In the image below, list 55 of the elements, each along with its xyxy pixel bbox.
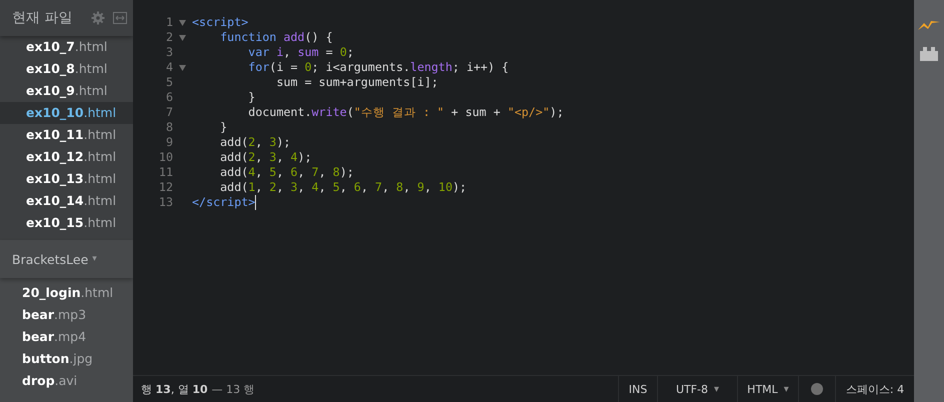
- linter-status-icon[interactable]: [811, 383, 823, 395]
- file-item[interactable]: bear.mp3: [0, 304, 133, 326]
- settings-icon[interactable]: [91, 11, 105, 25]
- file-item[interactable]: ex10_10.html: [0, 102, 133, 124]
- file-item[interactable]: 20_login.html: [0, 282, 133, 304]
- insert-mode-toggle[interactable]: INS: [618, 376, 657, 402]
- file-item[interactable]: button.jpg: [0, 348, 133, 370]
- file-item[interactable]: ex10_14.html: [0, 190, 133, 212]
- extension-brick-icon[interactable]: [920, 47, 938, 61]
- file-item[interactable]: ex10_9.html: [0, 80, 133, 102]
- language-dropdown[interactable]: HTML ▾: [737, 376, 798, 402]
- file-item[interactable]: ex10_15.html: [0, 212, 133, 234]
- line-count: — 13 행: [212, 382, 255, 396]
- line-number: 10: [158, 150, 173, 165]
- code-line: }: [219, 120, 228, 135]
- file-item[interactable]: ex10_8.html: [0, 58, 133, 80]
- file-item[interactable]: bear.mp4: [0, 326, 133, 348]
- code-line: }: [247, 90, 256, 105]
- code-line: <script>: [192, 15, 248, 30]
- line-number: 5: [164, 75, 173, 90]
- file-item[interactable]: ex10_7.html: [0, 36, 133, 58]
- file-item[interactable]: ex10_12.html: [0, 146, 133, 168]
- fold-arrow-icon[interactable]: [179, 20, 186, 26]
- line-number: 11: [158, 165, 173, 180]
- fold-arrow-icon[interactable]: [179, 34, 186, 40]
- line-number: 7: [164, 105, 173, 120]
- code-line: function add() {: [219, 30, 333, 45]
- code-line: add(1, 2, 3, 4, 5, 6, 7, 8, 9, 10);: [219, 180, 467, 195]
- line-number: 2: [164, 30, 173, 45]
- line-number: 4: [164, 60, 173, 75]
- code-line: sum = sum+arguments[i];: [275, 75, 438, 90]
- line-number: 1: [164, 15, 173, 30]
- file-item[interactable]: ex10_11.html: [0, 124, 133, 146]
- project-title[interactable]: BracketsLee: [12, 252, 88, 266]
- code-line: for(i = 0; i<arguments.length; i++) {: [247, 60, 509, 75]
- code-line: add(2, 3, 4);: [219, 150, 312, 165]
- live-preview-icon[interactable]: [918, 20, 940, 31]
- file-item[interactable]: drop.avi: [0, 370, 133, 392]
- line-number: 13: [158, 195, 173, 210]
- line-number: 3: [164, 45, 173, 60]
- code-line: add(2, 3);: [219, 135, 291, 150]
- file-item[interactable]: ex10_13.html: [0, 168, 133, 190]
- code-line: var i, sum = 0;: [247, 45, 354, 60]
- line-number: 8: [164, 120, 173, 135]
- code-line: document.write("수행 결과 : " + sum + "<p/>");: [247, 105, 564, 120]
- fold-arrow-icon[interactable]: [179, 64, 186, 70]
- code-line: </script>: [192, 195, 256, 210]
- line-number: 12: [158, 180, 173, 195]
- cursor-position: 행 13, 열 10: [141, 382, 208, 396]
- line-number: 9: [164, 135, 173, 150]
- split-view-icon[interactable]: [113, 12, 127, 24]
- code-line: add(4, 5, 6, 7, 8);: [219, 165, 354, 180]
- sidebar-title: 현재 파일: [12, 9, 74, 27]
- encoding-dropdown[interactable]: UTF-8 ▾: [657, 376, 737, 402]
- line-number: 6: [164, 90, 173, 105]
